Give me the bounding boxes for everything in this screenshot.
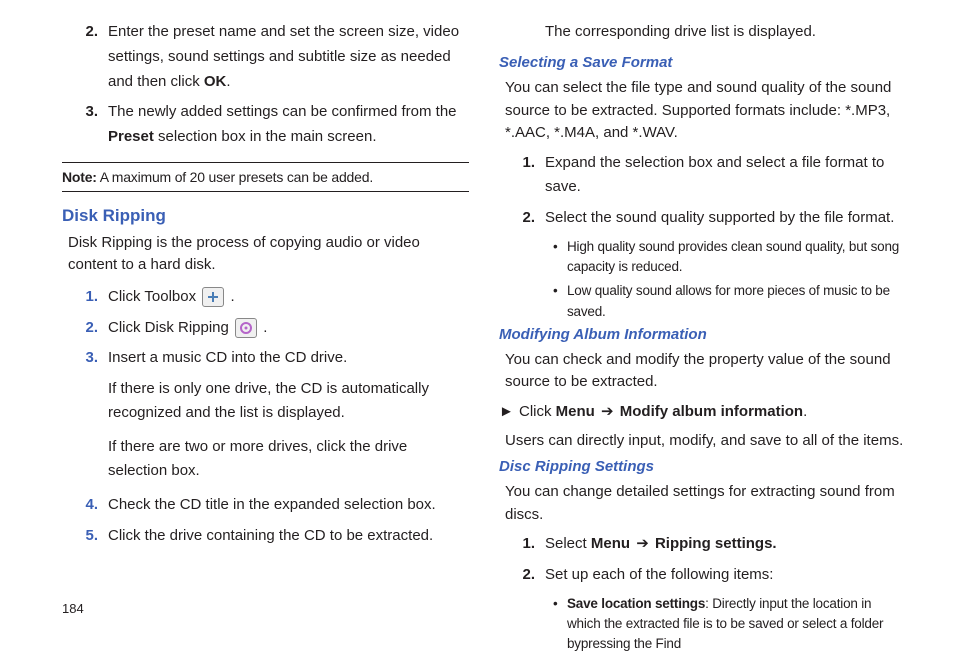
save-step-2: 2. Select the sound quality supported by… (519, 206, 906, 231)
arrow-icon: ➔ (632, 535, 653, 552)
step-number: 1. (519, 151, 545, 201)
step-number: 1. (519, 532, 545, 557)
right-column: The corresponding drive list is displaye… (499, 20, 906, 659)
step-number: 2. (519, 206, 545, 231)
save-location-bullet: • Save location settings: Directly input… (499, 594, 906, 655)
step-number: 3. (82, 100, 108, 150)
toolbox-icon (202, 287, 224, 307)
section-heading-disk-ripping: Disk Ripping (62, 206, 469, 226)
album-info-action: ► Click Menu ➔ Modify album information. (499, 400, 906, 424)
step-text: Expand the selection box and select a fi… (545, 151, 906, 201)
continued-text: The corresponding drive list is displaye… (499, 20, 906, 44)
ripping-step-4: 4. Check the CD title in the expanded se… (82, 493, 469, 518)
bullet-icon: • (553, 594, 567, 655)
arrow-icon: ➔ (597, 403, 618, 420)
step-text: The newly added settings can be confirme… (108, 100, 469, 150)
step-number: 2. (519, 563, 545, 588)
save-step-1: 1. Expand the selection box and select a… (519, 151, 906, 201)
preset-step-3: 3. The newly added settings can be confi… (82, 100, 469, 150)
note-label: Note: (62, 169, 97, 185)
step-number: 2. (82, 316, 108, 341)
subheading-ripping-settings: Disc Ripping Settings (499, 458, 906, 475)
step-text: Click Toolbox . (108, 285, 469, 310)
step-number: 1. (82, 285, 108, 310)
ripping-step-2: 2. Click Disk Ripping . (82, 316, 469, 341)
step-number: 4. (82, 493, 108, 518)
step-number: 5. (82, 524, 108, 549)
subheading-save-format: Selecting a Save Format (499, 54, 906, 71)
bullet-icon: • (553, 281, 567, 322)
step-text: Enter the preset name and set the screen… (108, 20, 469, 94)
arrow-right-icon: ► (499, 400, 519, 424)
album-info-intro: You can check and modify the property va… (499, 349, 906, 394)
step-text: Select the sound quality supported by th… (545, 206, 906, 231)
ripping-settings-step-2: 2. Set up each of the following items: (519, 563, 906, 588)
ripping-step-5: 5. Click the drive containing the CD to … (82, 524, 469, 549)
ripping-step-1: 1. Click Toolbox . (82, 285, 469, 310)
disk-ripping-icon (235, 318, 257, 338)
disk-ripping-intro: Disk Ripping is the process of copying a… (62, 232, 469, 277)
preset-step-2: 2. Enter the preset name and set the scr… (82, 20, 469, 94)
subheading-album-info: Modifying Album Information (499, 326, 906, 343)
step-text: Insert a music CD into the CD drive. (108, 346, 469, 371)
step-text: Check the CD title in the expanded selec… (108, 493, 469, 518)
ripping-settings-intro: You can change detailed settings for ext… (499, 481, 906, 526)
save-format-intro: You can select the file type and sound q… (499, 77, 906, 145)
step-text: Select Menu ➔ Ripping settings. (545, 532, 906, 557)
ripping-settings-step-1: 1. Select Menu ➔ Ripping settings. (519, 532, 906, 557)
ripping-step-3-note-a: If there is only one drive, the CD is au… (62, 377, 469, 425)
quality-bullet-low: • Low quality sound allows for more piec… (499, 281, 906, 322)
step-number: 3. (82, 346, 108, 371)
quality-bullet-high: • High quality sound provides clean soun… (499, 237, 906, 278)
left-column: 2. Enter the preset name and set the scr… (62, 20, 469, 659)
ripping-step-3-note-b: If there are two or more drives, click t… (62, 435, 469, 483)
step-text: Set up each of the following items: (545, 563, 906, 588)
note-block: Note: A maximum of 20 user presets can b… (62, 162, 469, 192)
step-number: 2. (82, 20, 108, 94)
step-text: Click Disk Ripping . (108, 316, 469, 341)
page-number: 184 (62, 601, 84, 616)
ripping-step-3: 3. Insert a music CD into the CD drive. (82, 346, 469, 371)
bullet-icon: • (553, 237, 567, 278)
album-info-users: Users can directly input, modify, and sa… (499, 430, 906, 453)
step-text: Click the drive containing the CD to be … (108, 524, 469, 549)
note-text: A maximum of 20 user presets can be adde… (97, 169, 373, 185)
